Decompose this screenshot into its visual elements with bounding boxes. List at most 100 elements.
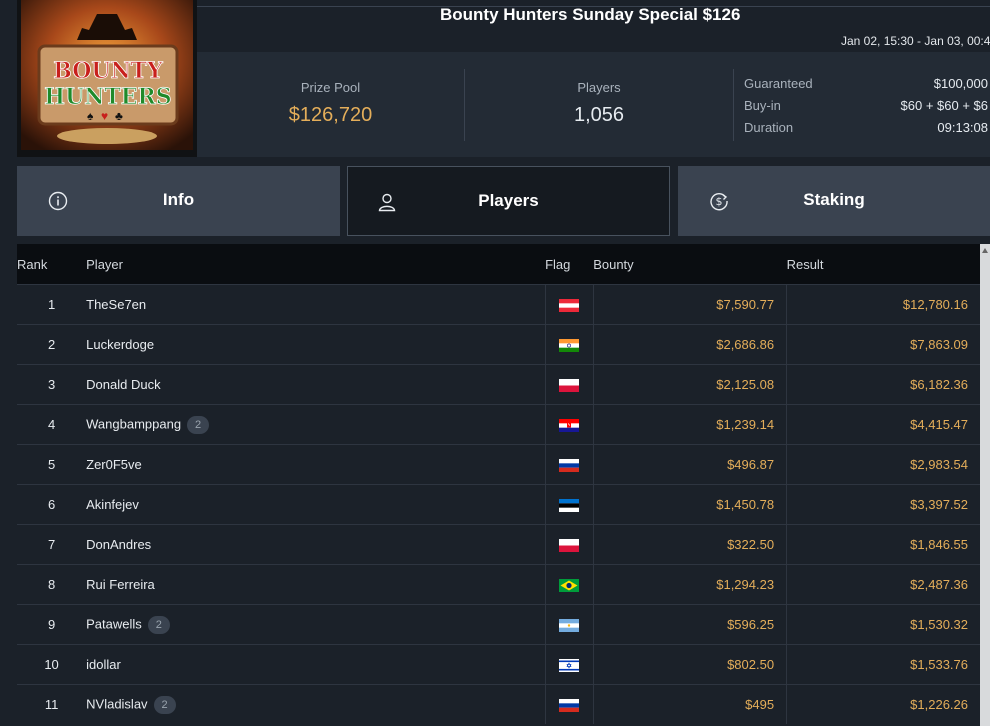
players-value: 1,056	[573, 104, 625, 126]
scrollbar[interactable]	[980, 244, 990, 726]
prize-pool-label: Prize Pool	[300, 80, 361, 95]
table-header-row: Rank Player Flag Bounty Result	[17, 244, 980, 285]
entries-badge: 2	[153, 695, 176, 714]
detail-value: $100,000	[933, 76, 988, 91]
table-row[interactable]: 3 Donald Duck $2,125.08 $6,182.36	[17, 364, 980, 405]
flag-cell	[544, 444, 594, 485]
russia-flag-icon	[559, 459, 580, 473]
player-cell: Rui Ferreira	[86, 564, 546, 605]
result-value: $1,533.76	[910, 657, 968, 672]
scroll-up-arrow-icon[interactable]	[982, 248, 988, 253]
table-row[interactable]: 4 Wangbamppang 2 $1,239.14 $4,415.47	[17, 404, 980, 445]
svg-text:♥: ♥	[101, 109, 108, 123]
tournament-details: Guaranteed $100,000 Buy-in $60 + $60 + $…	[744, 76, 990, 142]
bounty-value: $1,450.78	[716, 497, 775, 512]
result-value: $6,182.36	[910, 377, 968, 392]
bounty-cell: $2,125.08	[592, 364, 787, 405]
player-name[interactable]: Zer0F5ve	[86, 457, 142, 472]
detail-row-duration: Duration 09:13:08	[744, 120, 990, 142]
estonia-flag-icon	[559, 499, 580, 513]
table-row[interactable]: 11 NVladislav 2 $495 $1,226.26	[17, 684, 980, 724]
bounty-value: $7,590.77	[716, 297, 775, 312]
rank-cell: 3	[17, 364, 87, 405]
detail-row-buyin: Buy-in $60 + $60 + $6	[744, 98, 990, 120]
table-row[interactable]: 6 Akinfejev $1,450.78 $3,397.52	[17, 484, 980, 525]
result-value: $12,780.16	[902, 297, 968, 312]
player-name[interactable]: Rui Ferreira	[86, 577, 155, 592]
bounty-cell: $322.50	[592, 524, 787, 565]
player-name[interactable]: TheSe7en	[86, 297, 146, 312]
player-name[interactable]: Wangbamppang	[86, 416, 181, 431]
flag-cell	[544, 324, 594, 365]
column-header-result[interactable]: Result	[786, 244, 980, 285]
result-cell: $1,533.76	[786, 644, 980, 685]
detail-label: Guaranteed	[744, 76, 813, 91]
svg-text:♠: ♠	[87, 109, 94, 123]
croatia-flag-icon	[559, 419, 580, 433]
player-name[interactable]: Luckerdoge	[86, 337, 154, 352]
player-cell: Akinfejev	[86, 484, 546, 525]
rank-cell: 10	[17, 644, 87, 685]
logo-bounty-text: BOUNTY	[53, 58, 163, 84]
detail-label: Buy-in	[744, 98, 781, 113]
result-cell: $1,846.55	[786, 524, 980, 565]
bounty-cell: $1,239.14	[592, 404, 787, 445]
prize-pool-value: $126,720	[288, 104, 373, 126]
rank-cell: 2	[17, 324, 87, 365]
flag-cell	[544, 684, 594, 724]
rank-cell: 8	[17, 564, 87, 605]
player-cell: Donald Duck	[86, 364, 546, 405]
tournament-title: Bounty Hunters Sunday Special $126	[440, 5, 741, 24]
rank-cell: 9	[17, 604, 87, 645]
austria-flag-icon	[559, 299, 580, 313]
player-cell: DonAndres	[86, 524, 546, 565]
table-row[interactable]: 9 Patawells 2 $596.25 $1,530.32	[17, 604, 980, 645]
player-name[interactable]: Patawells	[86, 616, 142, 631]
result-cell: $12,780.16	[786, 284, 980, 325]
bounty-value: $596.25	[727, 617, 775, 632]
table-row[interactable]: 1 TheSe7en $7,590.77 $12,780.16	[17, 284, 980, 325]
detail-value: 09:13:08	[937, 120, 988, 135]
bounty-value: $496.87	[727, 457, 775, 472]
table-row[interactable]: 7 DonAndres $322.50 $1,846.55	[17, 524, 980, 565]
player-name[interactable]: Akinfejev	[86, 497, 139, 512]
tab-staking[interactable]: $ Staking	[678, 166, 990, 236]
players-label: Players	[577, 80, 621, 95]
table-row[interactable]: 10 idollar $802.50 $1,533.76	[17, 644, 980, 685]
tournament-logo: BOUNTY HUNTERS ♠ ♥ ♣	[17, 0, 197, 157]
result-value: $2,983.54	[910, 457, 968, 472]
player-cell: NVladislav 2	[86, 684, 546, 724]
player-name[interactable]: NVladislav	[86, 696, 147, 711]
result-cell: $1,530.32	[786, 604, 980, 645]
player-cell: idollar	[86, 644, 546, 685]
result-value: $1,226.26	[910, 697, 968, 712]
table-row[interactable]: 8 Rui Ferreira $1,294.23 $2,487.36	[17, 564, 980, 605]
column-header-bounty[interactable]: Bounty	[593, 244, 787, 285]
svg-text:♣: ♣	[115, 109, 123, 123]
tab-info-label: Info	[162, 190, 195, 209]
bounty-value: $322.50	[727, 537, 775, 552]
player-cell: Luckerdoge	[86, 324, 546, 365]
rank-cell: 6	[17, 484, 87, 525]
tab-players[interactable]: Players	[347, 166, 670, 236]
player-name[interactable]: DonAndres	[86, 537, 151, 552]
table-row[interactable]: 2 Luckerdoge $2,686.86 $7,863.09	[17, 324, 980, 365]
entries-badge: 2	[187, 415, 210, 434]
bounty-cell: $495	[592, 684, 787, 724]
flag-cell	[544, 604, 594, 645]
bounty-cell: $1,450.78	[592, 484, 787, 525]
player-cell: Wangbamppang 2	[86, 404, 546, 445]
player-name[interactable]: idollar	[86, 657, 121, 672]
tab-info[interactable]: Info	[17, 166, 340, 236]
column-header-flag[interactable]: Flag	[545, 244, 594, 285]
stat-divider	[733, 69, 734, 141]
result-value: $7,863.09	[910, 337, 968, 352]
table-row[interactable]: 5 Zer0F5ve $496.87 $2,983.54	[17, 444, 980, 485]
column-header-player[interactable]: Player	[86, 244, 546, 285]
poland-flag-icon	[559, 379, 580, 393]
player-name[interactable]: Donald Duck	[86, 377, 160, 392]
result-cell: $4,415.47	[786, 404, 980, 445]
result-value: $1,530.32	[910, 617, 968, 632]
column-header-rank[interactable]: Rank	[17, 244, 87, 285]
detail-label: Duration	[744, 120, 794, 135]
